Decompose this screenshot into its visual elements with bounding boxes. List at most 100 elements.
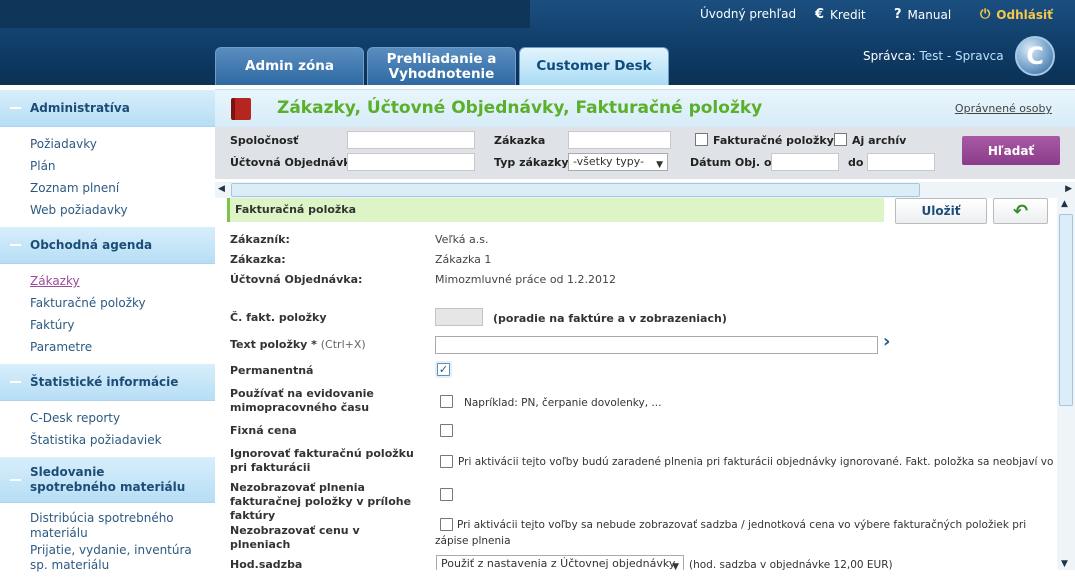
- cislo-hint: (poradie na faktúre a v zobrazeniach): [493, 312, 727, 325]
- zakazka-input[interactable]: [568, 131, 671, 149]
- fakturacne-polozky-label: Fakturačné položky: [713, 134, 834, 147]
- page-title: Zákazky, Účtovné Objednávky, Fakturačné …: [277, 98, 763, 118]
- home-link[interactable]: Úvodný prehľad: [700, 7, 796, 21]
- typ-zakazky-select[interactable]: -všetky typy- ▼: [568, 153, 668, 171]
- sidebar-item-parametre[interactable]: Parametre: [30, 336, 215, 358]
- scroll-down-icon[interactable]: ▼: [1061, 559, 1068, 569]
- logo-letter: C: [1026, 42, 1044, 70]
- archiv-checkbox[interactable]: [834, 133, 847, 146]
- ignor-label: Ignorovať fakturačnú položku pri fakturá…: [230, 447, 414, 474]
- section-title: Sledovanie spotrebného materiálu: [30, 464, 186, 494]
- sidebar-item-cdesk-reporty[interactable]: C-Desk reporty: [30, 407, 215, 429]
- ucto-value: Mimozmluvné práce od 1.2.2012: [435, 273, 617, 286]
- horizontal-scrollbar[interactable]: ◀ ▶: [215, 182, 1075, 198]
- tab-label: Admin zóna: [245, 58, 334, 74]
- datum-do-label: do: [848, 156, 864, 169]
- sidebar-item-prijatie[interactable]: Prijatie, vydanie, inventúra sp. materiá…: [30, 543, 205, 575]
- home-label: Úvodný prehľad: [700, 7, 797, 21]
- zakaznik-value: Veľká a.s.: [435, 233, 489, 246]
- sidebar-section-statisticke[interactable]: Štatistické informácie: [0, 364, 215, 401]
- cislo-input[interactable]: [435, 308, 483, 326]
- search-button[interactable]: Hľadať: [962, 136, 1060, 165]
- euro-icon: €: [815, 7, 825, 22]
- sidebar-section-obchodna-agenda[interactable]: Obchodná agenda: [0, 227, 215, 264]
- nezobr-label: Nezobrazovať plnenia fakturačnej položky…: [230, 481, 412, 522]
- cena-label: Nezobrazovať cenu v plneniach: [230, 524, 360, 551]
- sidebar-item-fakturacne-polozky[interactable]: Fakturačné položky: [30, 292, 215, 314]
- text-polozky-label: Text položky * (Ctrl+X): [230, 338, 420, 352]
- scroll-left-icon[interactable]: ◀: [218, 184, 225, 194]
- sadzba-note: (hod. sadzba v objednávke 12,00 EUR): [689, 559, 893, 570]
- sidebar-item-plan[interactable]: Plán: [30, 155, 215, 177]
- sidebar-item-statistika[interactable]: Štatistika požiadaviek: [30, 429, 215, 451]
- sadzba-select[interactable]: Použiť z nastavenia z Účtovnej objednávk…: [436, 555, 684, 570]
- credit-label: Kredit: [830, 7, 866, 22]
- filter-spolocnost-label: Spoločnosť: [230, 134, 299, 147]
- sidebar-item-zakazky[interactable]: Zákazky: [30, 270, 215, 292]
- manual-label: Manual: [907, 7, 952, 22]
- tab-prehliadanie[interactable]: Prehliadanie a Vyhodnotenie: [367, 47, 516, 85]
- user-prefix: Správca:: [863, 49, 916, 63]
- top-bar-dark-strip: [0, 0, 530, 28]
- fakturacne-polozky-checkbox[interactable]: [695, 133, 708, 146]
- datum-do-input[interactable]: [867, 153, 935, 171]
- sidebar-section-spotrebny-material[interactable]: Sledovanie spotrebného materiálu: [0, 457, 215, 503]
- section-title: Obchodná agenda: [30, 238, 153, 252]
- chevron-right-icon[interactable]: ›: [883, 331, 890, 352]
- cislo-label: Č. fakt. položky: [230, 311, 327, 324]
- sidebar-list: Požiadavky Plán Zoznam plnení Web požiad…: [0, 127, 215, 227]
- sidebar-item-poziadavky[interactable]: Požiadavky: [30, 133, 215, 155]
- vertical-scrollbar[interactable]: ▲ ▼: [1057, 198, 1075, 570]
- sidebar-item-faktury[interactable]: Faktúry: [30, 314, 215, 336]
- uctovna-input[interactable]: [347, 153, 475, 171]
- back-button[interactable]: ↶: [993, 198, 1048, 224]
- undo-arrow-icon: ↶: [1012, 200, 1029, 222]
- filter-uctovna-label: Účtovná Objednávka: [230, 156, 359, 169]
- logout-link[interactable]: ⏻ Odhlásiť: [980, 7, 1053, 22]
- title-bar: Zákazky, Účtovné Objednávky, Fakturačné …: [215, 89, 1075, 127]
- nezobr-checkbox[interactable]: [440, 488, 453, 501]
- sidebar-list: C-Desk reporty Štatistika požiadaviek: [0, 401, 215, 457]
- fixna-cena-label: Fixná cena: [230, 424, 297, 437]
- zakazka-value: Zákazka 1: [435, 253, 492, 266]
- main-content: Zákazky, Účtovné Objednávky, Fakturačné …: [215, 85, 1075, 570]
- cena-note: Pri aktivácii tejto voľby sa nebude zobr…: [435, 519, 1027, 547]
- datum-od-input[interactable]: [771, 153, 839, 171]
- scrollbar-thumb[interactable]: [1059, 214, 1073, 406]
- tab-admin-zona[interactable]: Admin zóna: [215, 47, 364, 85]
- mimo-note: Napríklad: PN, čerpanie dovolenky, ...: [464, 397, 662, 409]
- permanentna-checkbox[interactable]: ✓: [437, 363, 450, 376]
- section-header: Fakturačná položka: [227, 198, 884, 222]
- sidebar-item-web-poziadavky[interactable]: Web požiadavky: [30, 199, 215, 221]
- section-title: Administratíva: [30, 101, 130, 115]
- filter-zakazka-label: Zákazka: [494, 134, 546, 147]
- spolocnost-input[interactable]: [347, 131, 475, 149]
- zakaznik-label: Zákazník:: [230, 233, 290, 246]
- scrollbar-thumb[interactable]: [231, 183, 920, 197]
- sidebar-section-administrativa[interactable]: Administratíva: [0, 90, 215, 127]
- collapse-icon: [10, 478, 21, 481]
- sidebar-item-zoznam-plneni[interactable]: Zoznam plnení: [30, 177, 215, 199]
- section-title: Štatistické informácie: [30, 375, 179, 389]
- mimo-checkbox[interactable]: [440, 395, 453, 408]
- collapse-icon: [10, 381, 21, 383]
- tab-customer-desk[interactable]: Customer Desk: [519, 47, 669, 85]
- scroll-right-icon[interactable]: ▶: [1065, 184, 1072, 194]
- sidebar-item-distribucia[interactable]: Distribúcia spotrebného materiálu: [30, 511, 205, 543]
- text-polozky-input[interactable]: [435, 336, 878, 354]
- archiv-label: Aj archív: [852, 134, 907, 147]
- collapse-icon: [10, 244, 21, 246]
- credit-link[interactable]: € Kredit: [815, 7, 866, 22]
- filter-panel: Spoločnosť Účtovná Objednávka Zákazka Ty…: [215, 127, 1075, 179]
- sidebar-list: Zákazky Fakturačné položky Faktúry Param…: [0, 264, 215, 364]
- scroll-up-icon[interactable]: ▲: [1061, 199, 1068, 209]
- tab-label: Customer Desk: [536, 58, 652, 74]
- save-button[interactable]: Uložiť: [895, 198, 987, 224]
- app-logo: C: [1015, 36, 1055, 76]
- ignor-checkbox[interactable]: [440, 455, 453, 468]
- fixna-cena-checkbox[interactable]: [440, 424, 453, 437]
- top-bar: Úvodný prehľad € Kredit ? Manual ⏻ Odhlásiť…: [0, 0, 1075, 85]
- authorized-persons-link[interactable]: Oprávnené osoby: [955, 102, 1052, 115]
- chevron-down-icon: ▼: [672, 562, 679, 570]
- manual-link[interactable]: ? Manual: [894, 7, 951, 22]
